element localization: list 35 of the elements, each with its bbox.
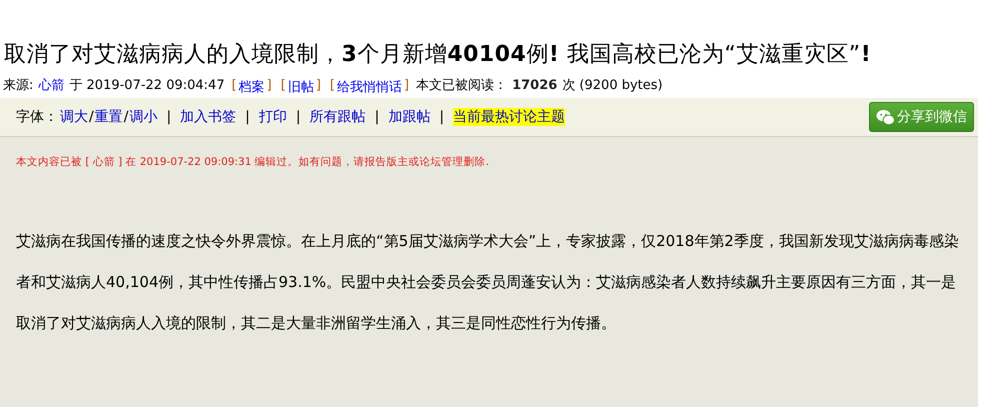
- bracket: ]: [266, 78, 272, 95]
- toolbar-link[interactable]: 当前最热讨论主题: [453, 108, 566, 126]
- bracket: ]: [316, 78, 321, 95]
- bracket: ]: [404, 78, 410, 95]
- author-link[interactable]: 心箭: [38, 76, 64, 94]
- bracket: [: [330, 78, 335, 95]
- meta-link[interactable]: 给我悄悄话: [336, 78, 402, 96]
- toolbar-link[interactable]: 加入书签: [180, 108, 236, 126]
- toolbar-link[interactable]: 打印: [258, 108, 287, 126]
- bracket: [: [280, 78, 286, 95]
- font-label: 字体：: [16, 108, 58, 126]
- bracket: [: [232, 78, 237, 95]
- separator: |: [374, 109, 380, 125]
- read-count: 17026: [512, 78, 558, 93]
- separator: |: [296, 109, 301, 125]
- meta-text: 次 (9200 bytes): [562, 77, 663, 94]
- post-title: 取消了对艾滋病病人的入境限制，3个月新增40104例! 我国高校已沦为“艾滋重灾区”!: [3, 41, 872, 69]
- meta-text: 来源:: [3, 77, 34, 94]
- meta-link[interactable]: 档案: [238, 78, 265, 96]
- chat-bubbles-icon: [876, 108, 895, 126]
- separator: /: [124, 109, 128, 125]
- toolbar-link[interactable]: 重置: [94, 108, 123, 126]
- separator: |: [245, 109, 250, 125]
- toolbar-link[interactable]: 调小: [129, 108, 158, 126]
- post-body: 艾滋病在我国传播的速度之快令外界震惊。在上月底的“第5届艾滋病学术大会”上，专家披露，仅2018年第2季度，我国新发现艾滋病病毒感染者和艾滋病人40,104例，其中性传播占93.1%。民盟中央社会委员会委员周蓬安认为：艾滋病感染者人数持续飙升主要原因有三方面，其一是取消了对艾滋病病人入境的限制，其二是大量非洲留学生涌入，其三是同性恋性行为传播。: [16, 231, 960, 334]
- separator: /: [89, 109, 94, 125]
- toolbar-link[interactable]: 所有跟帖: [310, 108, 366, 126]
- separator: |: [439, 109, 444, 125]
- meta-text: 本文已被阅读：: [416, 77, 508, 94]
- toolbar-link[interactable]: 调大: [60, 108, 88, 126]
- meta-text: 于 2019-07-22 09:04:47: [69, 77, 225, 94]
- toolbar-link[interactable]: 加跟帖: [388, 108, 430, 126]
- edit-notice: 本文内容已被 [ 心箭 ] 在 2019-07-22 09:09:31 编辑过。如有问题，请报告版主或论坛管理删除.: [16, 155, 490, 169]
- separator: |: [166, 109, 172, 125]
- meta-link[interactable]: 旧帖: [288, 78, 314, 96]
